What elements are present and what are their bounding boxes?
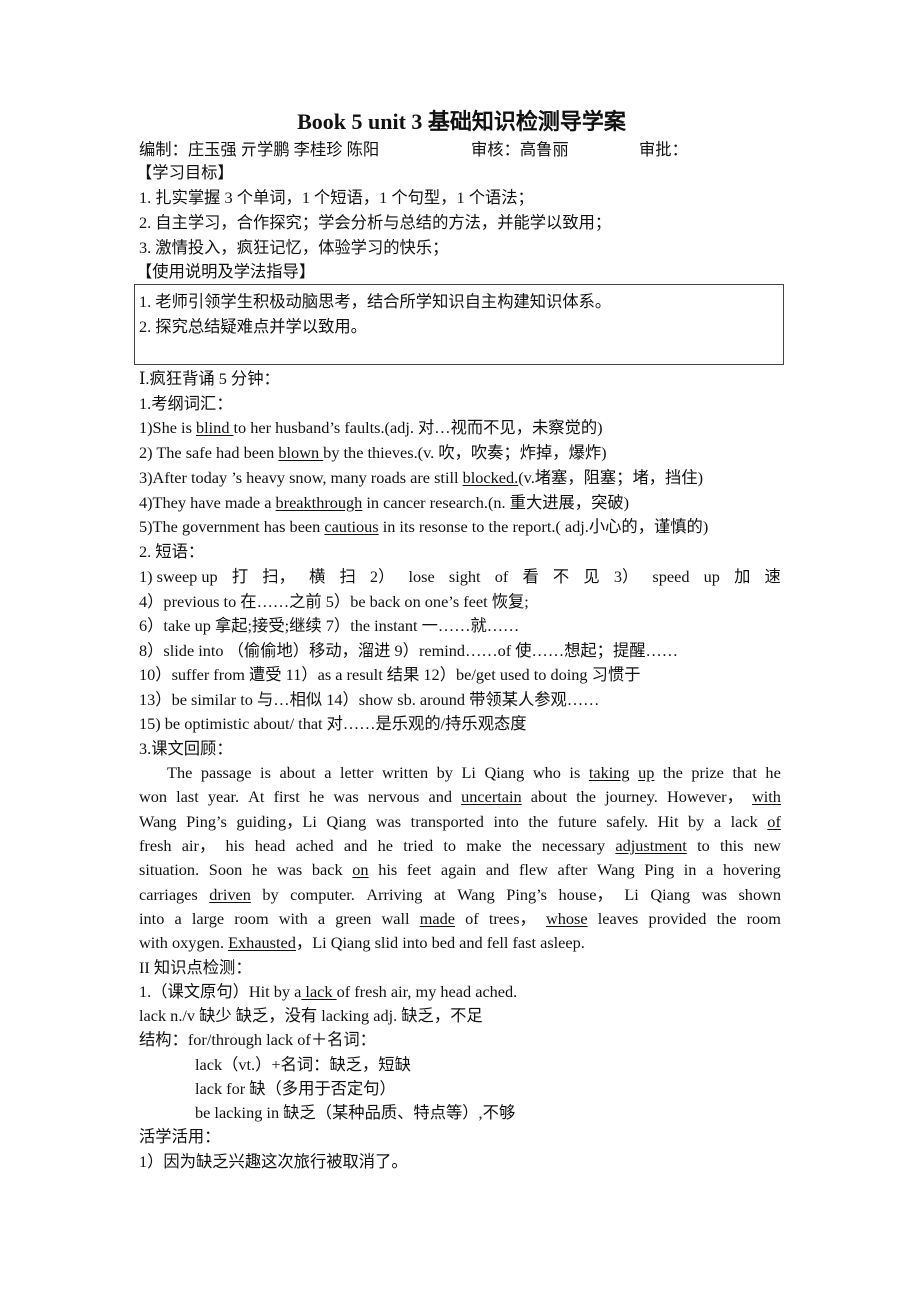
vocab-item: 3)After today ’s heavy snow, many roads … <box>139 468 704 487</box>
underlined-word: up <box>638 763 655 782</box>
guidance-box: 1. 老师引领学生积极动脑思考，结合所学知识自主构建知识体系。 2. 探究总结疑… <box>134 284 784 365</box>
passage-line: The passage is about a letter written by Li Qiang… <box>167 761 781 785</box>
underlined-word: blind <box>195 418 234 437</box>
underlined-word: on <box>352 860 369 880</box>
approver: 审批： <box>639 140 688 159</box>
vocab-item: 4)They have made a breakthrough in cance… <box>139 493 630 512</box>
phrase-line: 6）take up 拿起;接受;继续 7）the instant 一……就…… <box>139 616 520 635</box>
vocab-item: 2) The safe had been blown by the thieve… <box>139 443 607 462</box>
underlined-word: made <box>419 908 455 928</box>
structure-heading: 结构：for/through lack of＋名词： <box>139 1030 376 1049</box>
phrase-line: 4）previous to 在……之前 5）be back on one’s f… <box>139 592 529 611</box>
objective-item: 1. 扎实掌握 3 个单词，1 个短语，1 个句型，1 个语法； <box>139 188 534 207</box>
passage-line: into a large room with a green wall made of trees，… <box>139 907 781 931</box>
passage-line: with oxygen. Exhausted ，Li Qiang slid int… <box>139 931 781 955</box>
underlined-word: blown <box>278 443 324 462</box>
underlined-word: of <box>767 811 781 831</box>
phrase-line: 8）slide into （偷偷地）移动，溜进 9）remind……of 使……… <box>139 641 679 660</box>
vocab-heading: 1.考纲词汇： <box>139 394 233 413</box>
passage-line: carriages driven by computer. Arriving at Wang… <box>139 883 781 907</box>
section2-heading: II 知识点检测： <box>139 958 252 977</box>
underlined-word: cautious <box>324 517 379 536</box>
passage-line: Wang Ping’s guiding，Li Qiang was transported i… <box>139 810 781 834</box>
authors-line: 编制：庄玉强 亓学鹏 李桂珍 陈阳 审核：高鲁丽 审批： <box>139 138 784 162</box>
reviewer: 审核：高鲁丽 <box>471 140 569 159</box>
practice-heading: 活学活用： <box>139 1127 221 1146</box>
vocab-item: 1)She is blind to her husband’s faults.(… <box>139 418 603 437</box>
objectives-heading: 【学习目标】 <box>136 163 234 182</box>
objective-item: 2. 自主学习，合作探究；学会分析与总结的方法，并能学以致用； <box>139 213 612 232</box>
guidance-item: 1. 老师引领学生积极动脑思考，结合所学知识自主构建知识体系。 <box>139 292 612 311</box>
underlined-word: driven <box>209 884 251 904</box>
underlined-word: uncertain <box>461 787 522 807</box>
objective-item: 3. 激情投入，疯狂记忆，体验学习的快乐； <box>139 238 449 257</box>
passage-line: situation. Soon he was back on his feet again and… <box>139 858 781 882</box>
phrases-heading: 2. 短语： <box>139 542 205 561</box>
section1-heading: Ⅰ.疯狂背诵 5 分钟： <box>139 369 280 388</box>
phrase-line: 13）be similar to 与…相似 14）show sb. around… <box>139 690 600 709</box>
practice-item: 1）因为缺乏兴趣这次旅行被取消了。 <box>139 1152 408 1171</box>
phrase-line: 15) be optimistic about/ that 对……是乐观的/持乐… <box>139 714 527 733</box>
structure-item: be lacking in 缺乏（某种品质、特点等）,不够 <box>195 1103 516 1122</box>
structure-item: lack for 缺（多用于否定句） <box>195 1079 396 1098</box>
editors: 编制：庄玉强 亓学鹏 李桂珍 陈阳 <box>139 140 380 159</box>
document-title: Book 5 unit 3 基础知识检测导学案 <box>297 109 626 134</box>
guidance-item: 2. 探究总结疑难点并学以致用。 <box>139 317 367 336</box>
underlined-word: lack <box>301 982 337 1001</box>
structure-item: lack（vt.）+名词：缺乏，短缺 <box>195 1055 411 1074</box>
underlined-word: blocked. <box>462 468 519 487</box>
guidance-heading: 【使用说明及学法指导】 <box>136 262 316 281</box>
underlined-word: with <box>752 787 781 807</box>
underlined-word: breakthrough <box>275 493 363 512</box>
underlined-word: adjustment <box>615 835 687 855</box>
underlined-word: Exhausted <box>228 933 296 953</box>
passage-line: fresh air， his head ached and he tried to make the… <box>139 834 781 858</box>
definition-line: lack n./v 缺少 缺乏，没有 lacking adj. 缺乏，不足 <box>139 1006 483 1025</box>
original-sentence: 1.（课文原句）Hit by a lack of fresh air, my h… <box>139 982 518 1001</box>
review-heading: 3.课文回顾： <box>139 739 233 758</box>
underlined-word: taking <box>588 763 630 782</box>
underlined-word: whose <box>545 908 588 928</box>
passage-line: won last year. At first he was nervous and uncert… <box>139 785 781 809</box>
phrase-line: 1) sweep up 打扫，横扫 2） lose sight of 看不见 3） speed u… <box>139 567 781 586</box>
vocab-item: 5)The government has been cautious in it… <box>139 517 709 536</box>
phrase-line: 10）suffer from 遭受 11）as a result 结果 12）b… <box>139 665 641 684</box>
